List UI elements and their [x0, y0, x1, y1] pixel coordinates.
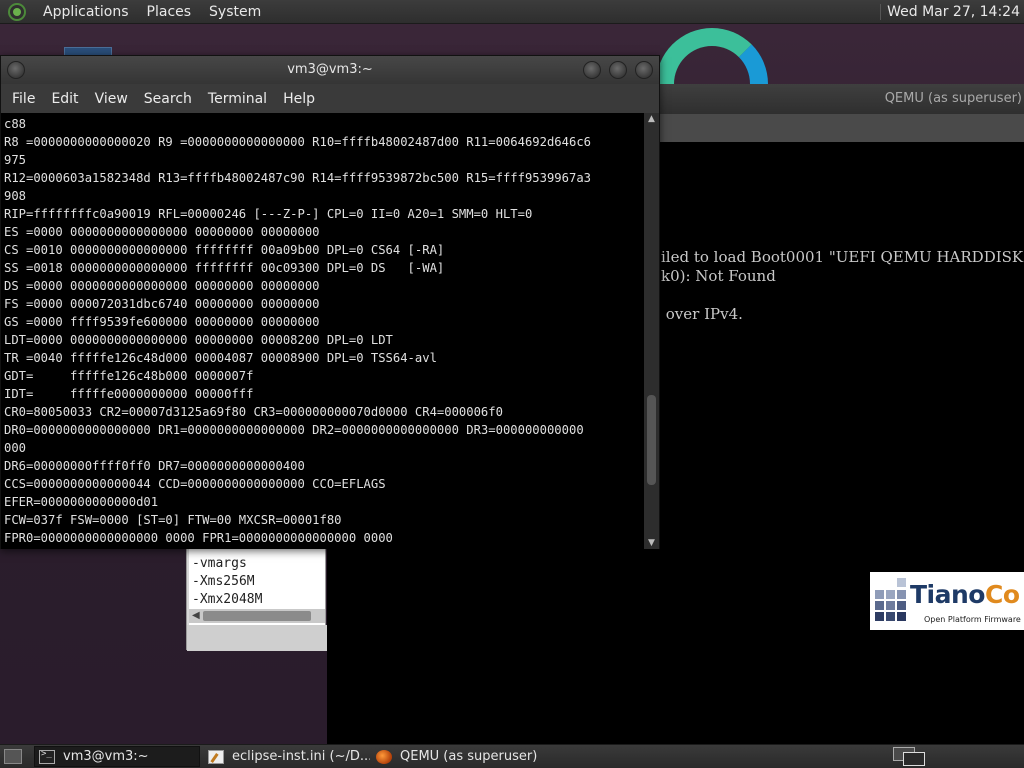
tianocore-tagline: Open Platform Firmware Dev	[924, 615, 1024, 624]
terminal-line: c88	[4, 117, 27, 131]
terminal-line: LDT=0000 0000000000000000 00000000 00008…	[4, 333, 393, 347]
terminal-line: RIP=ffffffffc0a90019 RFL=00000246 [---Z-…	[4, 207, 533, 221]
text-editor-icon	[208, 749, 224, 764]
terminal-scrollbar[interactable]: ▲ ▼	[644, 113, 659, 549]
terminal-line: 975	[4, 153, 27, 167]
qemu-console-line: over IPv4.	[661, 305, 743, 323]
minimize-button[interactable]	[583, 61, 601, 79]
top-panel: Applications Places System Wed Mar 27, 1…	[0, 0, 1024, 24]
terminal-line: DR0=0000000000000000 DR1=000000000000000…	[4, 423, 584, 437]
terminal-line: CR0=80050033 CR2=00007d3125a69f80 CR3=00…	[4, 405, 503, 419]
terminal-line: EFER=0000000000000d01	[4, 495, 159, 509]
scrollbar-thumb[interactable]	[647, 395, 656, 485]
taskbar-item-eclipse-ini[interactable]: eclipse-inst.ini (~/D...	[204, 746, 370, 767]
terminal-line: GDT= fffffe126c48b000 0000007f	[4, 369, 254, 383]
terminal-line: ES =0000 0000000000000000 00000000 00000…	[4, 225, 320, 239]
qemu-window-title: QEMU (as superuser)	[884, 91, 1022, 106]
horizontal-scrollbar[interactable]: ◀	[189, 609, 325, 623]
editor-line: -Xms256M	[192, 574, 255, 589]
menu-file[interactable]: File	[4, 91, 43, 107]
qemu-console-line: k0): Not Found	[661, 267, 776, 285]
terminal-title: vm3@vm3:~	[287, 62, 373, 77]
menu-edit[interactable]: Edit	[43, 91, 86, 107]
terminal-line: R12=0000603a1582348d R13=ffffb48002487c9…	[4, 171, 591, 185]
panel-separator	[880, 3, 882, 20]
terminal-line: CCS=0000000000000044 CCD=000000000000000…	[4, 477, 386, 491]
menu-help[interactable]: Help	[275, 91, 323, 107]
scrollbar-thumb[interactable]	[203, 611, 311, 621]
close-button[interactable]	[635, 61, 653, 79]
terminal-window[interactable]: vm3@vm3:~ File Edit View Search Terminal…	[0, 55, 660, 549]
workspace-switcher-icon[interactable]	[893, 747, 925, 766]
qemu-icon	[376, 749, 392, 764]
tianocore-blocks-icon	[873, 576, 911, 626]
menu-view[interactable]: View	[87, 91, 136, 107]
terminal-line: DR6=00000000ffff0ff0 DR7=000000000000040…	[4, 459, 305, 473]
eclipse-ini-editor[interactable]: -vmargs -Xms256M -Xmx2048M ◀	[186, 540, 327, 651]
tianocore-brand: TianoCo	[910, 580, 1020, 609]
show-desktop-icon[interactable]	[4, 749, 22, 764]
terminal-line: FPR0=0000000000000000 0000 FPR1=00000000…	[4, 531, 393, 545]
terminal-icon	[39, 749, 55, 764]
scroll-left-icon[interactable]: ◀	[192, 609, 200, 623]
terminal-line: 000	[4, 441, 27, 455]
taskbar-item-label: vm3@vm3:~	[63, 749, 149, 764]
bottom-taskbar: vm3@vm3:~ eclipse-inst.ini (~/D... QEMU …	[0, 744, 1024, 768]
terminal-menubar: File Edit View Search Terminal Help	[1, 84, 659, 113]
taskbar-item-qemu[interactable]: QEMU (as superuser)	[372, 746, 538, 767]
taskbar-item-label: eclipse-inst.ini (~/D...	[232, 749, 370, 764]
terminal-line: CS =0010 0000000000000000 ffffffff 00a09…	[4, 243, 445, 257]
maximize-button[interactable]	[609, 61, 627, 79]
workspace-2[interactable]	[903, 752, 925, 766]
terminal-titlebar[interactable]: vm3@vm3:~	[1, 56, 659, 84]
editor-statusbar	[187, 625, 327, 651]
terminal-line: FS =0000 000072031dbc6740 00000000 00000…	[4, 297, 320, 311]
menu-terminal[interactable]: Terminal	[200, 91, 275, 107]
terminal-line: GS =0000 ffff9539fe600000 00000000 00000…	[4, 315, 320, 329]
menu-search[interactable]: Search	[136, 91, 200, 107]
distro-logo-icon[interactable]	[8, 2, 26, 21]
terminal-output[interactable]: c88 R8 =0000000000000020 R9 =00000000000…	[1, 113, 644, 549]
editor-line: -Xmx2048M	[192, 592, 263, 607]
taskbar-item-label: QEMU (as superuser)	[400, 749, 538, 764]
editor-line: -vmargs	[192, 556, 247, 571]
menu-applications[interactable]: Applications	[34, 4, 138, 20]
tianocore-logo: TianoCo Open Platform Firmware Dev	[870, 572, 1024, 630]
scroll-down-icon[interactable]: ▼	[644, 537, 659, 549]
clock[interactable]: Wed Mar 27, 14:24	[887, 4, 1024, 20]
terminal-line: R8 =0000000000000020 R9 =000000000000000…	[4, 135, 591, 149]
taskbar-item-terminal[interactable]: vm3@vm3:~	[34, 746, 200, 767]
tianocore-brand-accent: Co	[984, 580, 1020, 609]
scroll-up-icon[interactable]: ▲	[644, 113, 659, 125]
menu-places[interactable]: Places	[138, 4, 201, 20]
terminal-line: TR =0040 fffffe126c48d000 00004087 00008…	[4, 351, 437, 365]
terminal-line: FCW=037f FSW=0000 [ST=0] FTW=00 MXCSR=00…	[4, 513, 342, 527]
menu-system[interactable]: System	[200, 4, 270, 20]
tianocore-brand-main: Tiano	[910, 580, 985, 609]
qemu-console-line: iled to load Boot0001 "UEFI QEMU HARDDIS…	[661, 248, 1024, 266]
terminal-line: IDT= fffffe0000000000 00000fff	[4, 387, 254, 401]
terminal-line: 908	[4, 189, 27, 203]
terminal-line: SS =0018 0000000000000000 ffffffff 00c09…	[4, 261, 445, 275]
terminal-line: DS =0000 0000000000000000 00000000 00000…	[4, 279, 320, 293]
